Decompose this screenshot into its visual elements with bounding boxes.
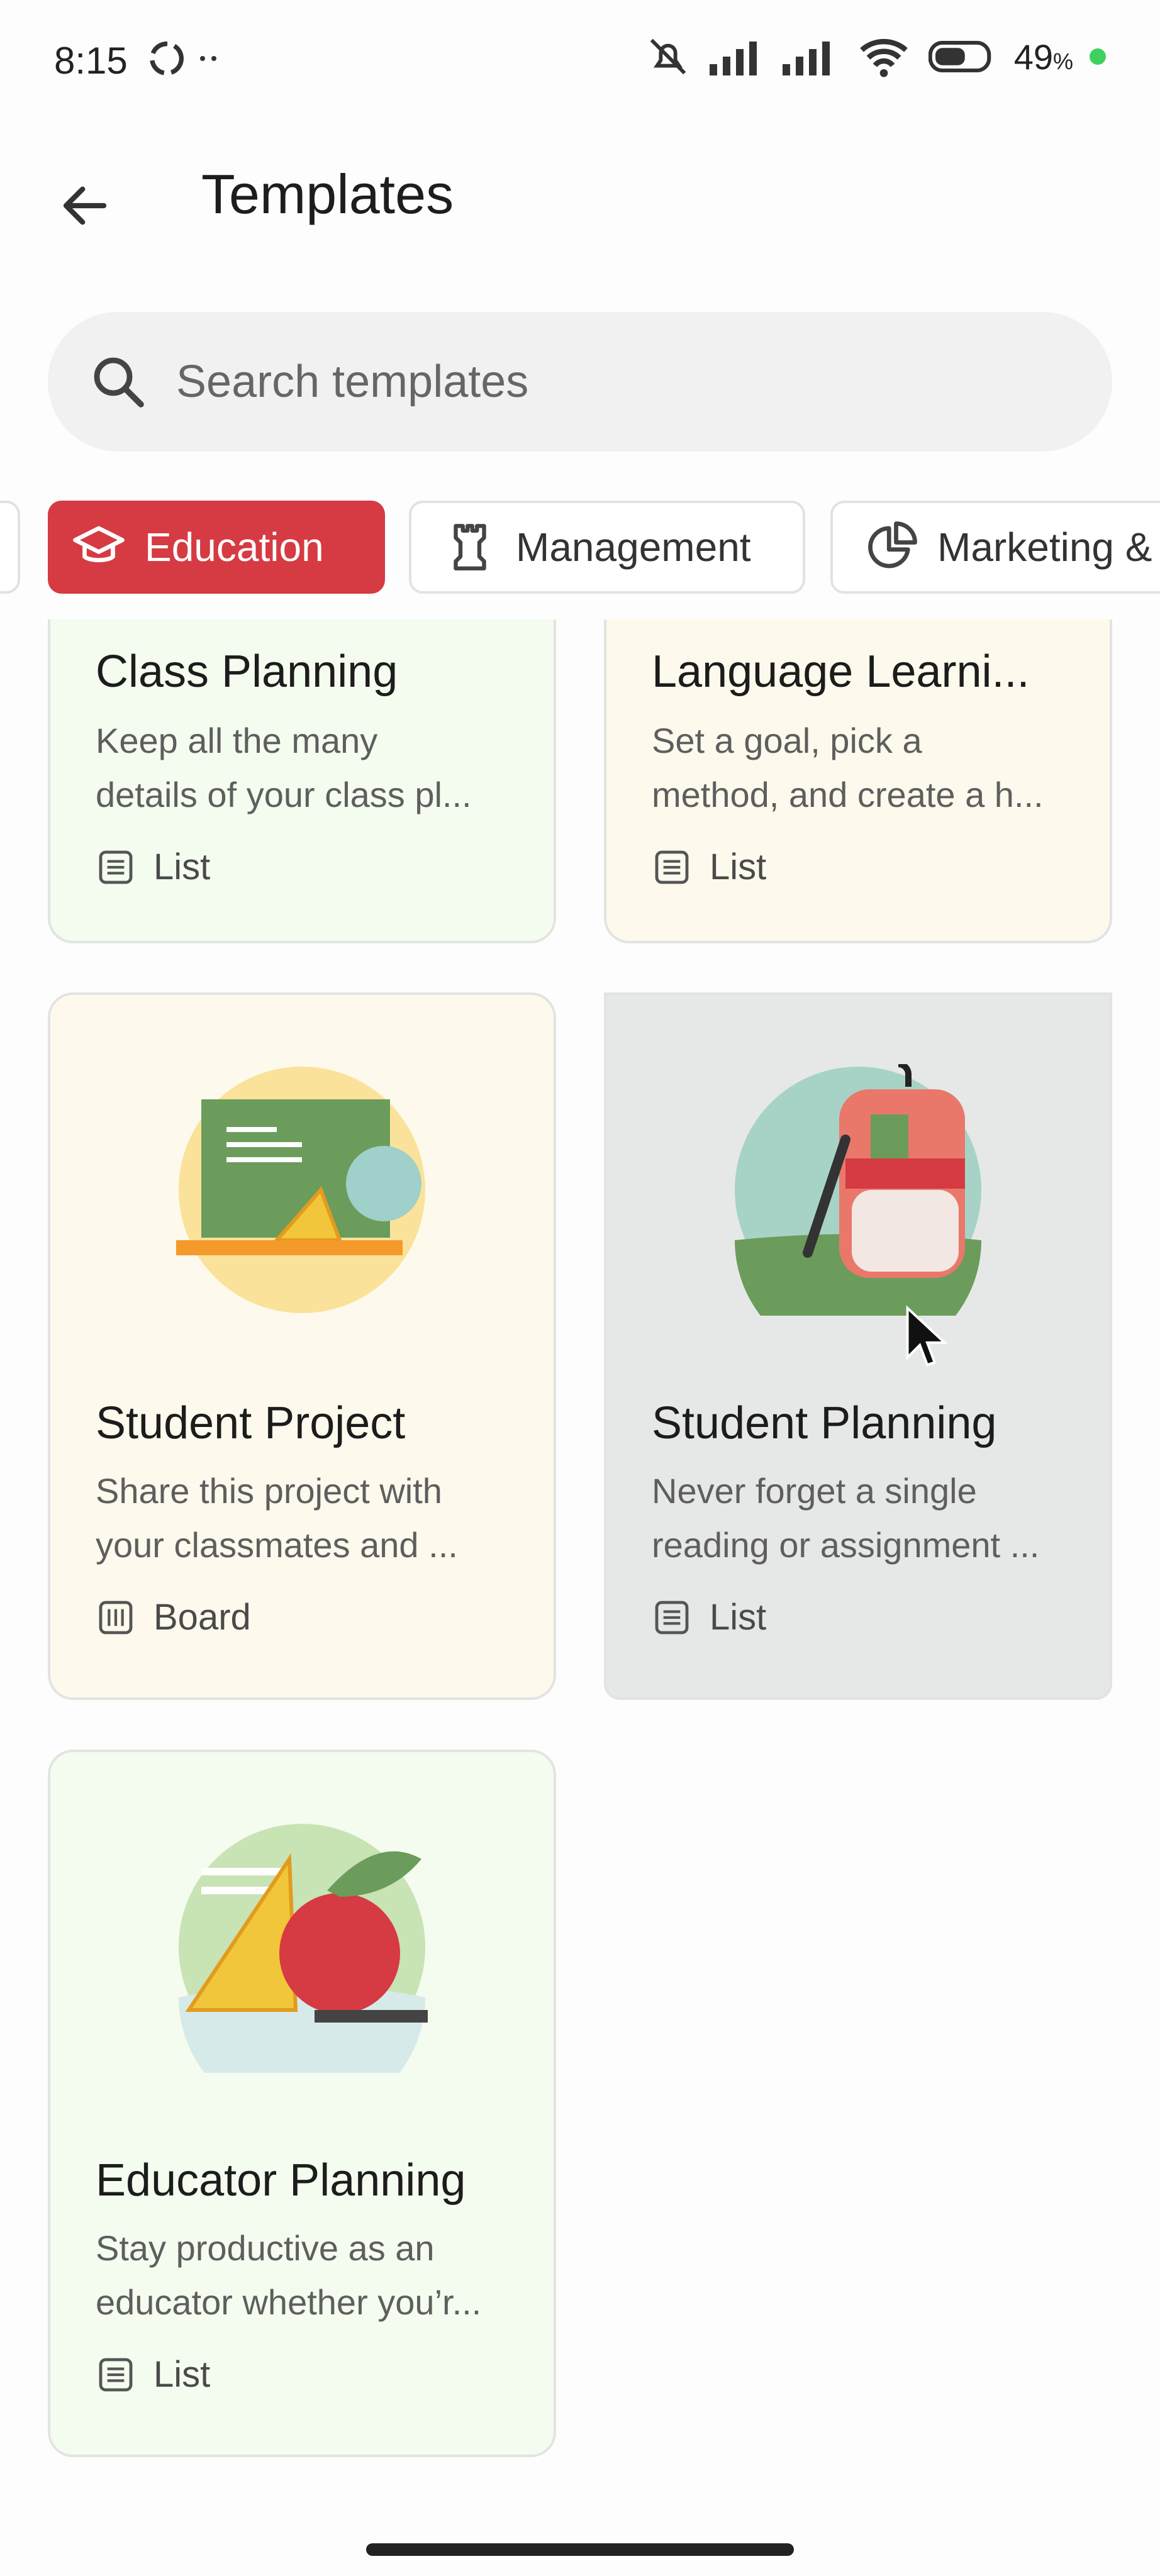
signal-icon bbox=[709, 42, 757, 75]
battery-icon bbox=[928, 40, 991, 73]
page-title: Templates bbox=[201, 163, 454, 225]
status-dot bbox=[1090, 48, 1106, 65]
more-dots-icon bbox=[200, 56, 216, 61]
chip-marketing-label: Marketing & bbox=[937, 525, 1152, 570]
template-card-class-planning[interactable]: Class Planning Keep all the many details… bbox=[48, 619, 556, 943]
home-indicator[interactable] bbox=[366, 2543, 794, 2556]
chip-previous-category[interactable] bbox=[0, 501, 20, 594]
signal-icon bbox=[782, 42, 830, 75]
card-type-label: List bbox=[710, 1597, 767, 1638]
search-input[interactable] bbox=[175, 355, 995, 408]
card-description-line: educator whether you’r... bbox=[96, 2282, 482, 2322]
card-description-line: Set a goal, pick a bbox=[652, 721, 922, 760]
card-description-line: Keep all the many bbox=[96, 721, 378, 760]
card-description-line: your classmates and ... bbox=[96, 1525, 458, 1565]
card-description-line: Stay productive as an bbox=[96, 2228, 435, 2268]
pie-chart-icon bbox=[868, 521, 917, 569]
template-card-student-planning[interactable]: Student Planning Never forget a single r… bbox=[604, 992, 1112, 1700]
apple-ruler-illustration bbox=[179, 1824, 428, 2073]
chip-management-label: Management bbox=[516, 525, 751, 570]
chess-rook-icon bbox=[454, 524, 486, 570]
board-icon bbox=[99, 1601, 133, 1634]
card-title: Student Planning bbox=[652, 1398, 997, 1448]
chip-education[interactable]: Education bbox=[48, 501, 385, 594]
card-title: Student Project bbox=[96, 1398, 406, 1448]
mute-bell-icon bbox=[650, 38, 686, 75]
status-right: 49% bbox=[643, 35, 1106, 79]
list-icon bbox=[99, 2358, 133, 2391]
chip-education-label: Education bbox=[145, 525, 324, 570]
wifi-icon bbox=[859, 39, 908, 77]
card-type-label: List bbox=[153, 847, 211, 887]
backpack-illustration bbox=[735, 1064, 981, 1316]
chip-marketing[interactable]: Marketing & bbox=[830, 501, 1160, 594]
card-title: Class Planning bbox=[96, 647, 398, 697]
battery-unit: % bbox=[1052, 48, 1073, 74]
graduation-cap-icon bbox=[73, 526, 125, 562]
chip-management[interactable]: Management bbox=[409, 501, 805, 594]
card-type-label: List bbox=[710, 847, 767, 887]
back-button[interactable] bbox=[44, 165, 126, 247]
search-icon bbox=[94, 357, 144, 408]
card-type-label: List bbox=[153, 2354, 211, 2395]
template-card-educator-planning[interactable]: Educator Planning Stay productive as an … bbox=[48, 1750, 556, 2457]
template-card-language-learning[interactable]: Language Learni... Set a goal, pick a me… bbox=[604, 619, 1112, 943]
list-icon bbox=[655, 850, 689, 884]
list-icon bbox=[99, 850, 133, 884]
list-icon bbox=[655, 1601, 689, 1634]
card-type: List bbox=[652, 846, 766, 888]
sync-icon bbox=[150, 42, 184, 75]
search-bar[interactable] bbox=[48, 312, 1112, 452]
card-description-line: Share this project with bbox=[96, 1471, 442, 1511]
card-type: Board bbox=[96, 1596, 251, 1638]
card-title: Educator Planning bbox=[96, 2155, 466, 2206]
card-type: List bbox=[96, 2353, 210, 2396]
card-description-line: Never forget a single bbox=[652, 1471, 977, 1511]
status-notification-icons bbox=[145, 36, 223, 80]
card-description-line: reading or assignment ... bbox=[652, 1525, 1040, 1565]
card-type: List bbox=[652, 1596, 766, 1638]
battery-level: 49 bbox=[1013, 36, 1053, 77]
cursor-icon bbox=[906, 1305, 948, 1367]
template-card-student-project[interactable]: Student Project Share this project with … bbox=[48, 992, 556, 1700]
chalkboard-illustration bbox=[176, 1067, 425, 1313]
card-type: List bbox=[96, 846, 210, 888]
card-description-line: method, and create a h... bbox=[652, 775, 1044, 814]
status-time: 8:15 bbox=[54, 40, 128, 82]
card-type-label: Board bbox=[153, 1597, 251, 1638]
back-arrow-icon bbox=[63, 186, 107, 225]
card-title: Language Learni... bbox=[652, 647, 1030, 697]
card-description-line: details of your class pl... bbox=[96, 775, 472, 814]
